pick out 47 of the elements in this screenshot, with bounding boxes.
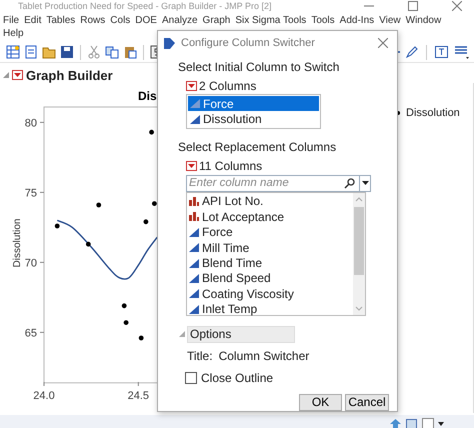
dialog-button[interactable]: Cancel [345, 394, 389, 411]
menu-item[interactable]: Help [3, 27, 24, 40]
y-tick-label: 75 [24, 187, 37, 200]
y-tick-label: 70 [24, 257, 37, 270]
menu-item[interactable]: Tools [311, 14, 335, 27]
menu-item[interactable]: File [3, 14, 20, 27]
checkbox-label: Close Outline [201, 370, 274, 385]
y-tick-label: 80 [24, 117, 37, 130]
section-heading: Select Initial Column to Switch [178, 59, 340, 75]
menu-item[interactable]: Rows [80, 14, 106, 27]
search-field[interactable]: Enter column name [186, 174, 360, 192]
y-tick-label: 65 [24, 327, 37, 340]
x-tick-label: 24.0 [33, 390, 55, 402]
options-header[interactable]: Options [187, 326, 295, 343]
menu-item[interactable]: Add-Ins [340, 14, 374, 27]
column-list-item[interactable]: Inlet Temp [187, 302, 353, 317]
menu-item[interactable]: DOE [135, 14, 157, 27]
section-heading: Select Replacement Columns [178, 138, 338, 155]
legend-label: Dissolution [406, 107, 460, 119]
menu-item[interactable]: Cols [110, 14, 130, 27]
menu-item[interactable]: Six Sigma Tools [235, 14, 306, 27]
menu-item[interactable]: Window [406, 14, 442, 27]
report-title: Graph Builder [26, 68, 113, 82]
x-tick-label: 24.5 [128, 390, 150, 402]
column-list-item[interactable]: API Lot No. [187, 194, 353, 210]
dialog-title: Configure Column Switcher [181, 37, 315, 49]
menu-item[interactable]: View [379, 14, 401, 27]
menu-item[interactable]: Graph [202, 14, 230, 27]
column-list-item[interactable]: Coating Viscosity [187, 286, 353, 302]
column-list-item[interactable]: Force [188, 96, 319, 112]
dialog-button[interactable]: OK [299, 394, 342, 411]
title-label: Title: [187, 348, 213, 363]
chart-title: Dis [138, 89, 157, 103]
column-list-item[interactable]: Blend Speed [187, 270, 353, 286]
title-value: Column Switcher [218, 348, 310, 363]
column-list-item[interactable]: Dissolution [188, 111, 319, 127]
menu-item[interactable]: Analyze [162, 14, 198, 27]
column-list-item[interactable]: Lot Acceptance [187, 209, 353, 225]
column-list-item[interactable]: Force [187, 224, 353, 240]
column-count: 2 Columns [199, 79, 256, 93]
column-list-item[interactable]: Blend Time [187, 255, 353, 271]
window-title: Tablet Production Need for Speed - Graph Builder - JMP Pro [2] [18, 0, 272, 12]
y-axis-label: Dissolution [12, 218, 23, 268]
column-count: 11 Columns [199, 158, 262, 173]
menu-item[interactable]: Edit [24, 14, 42, 27]
column-list-item[interactable]: Mill Time [187, 240, 353, 256]
menu-item[interactable]: Tables [46, 14, 76, 27]
